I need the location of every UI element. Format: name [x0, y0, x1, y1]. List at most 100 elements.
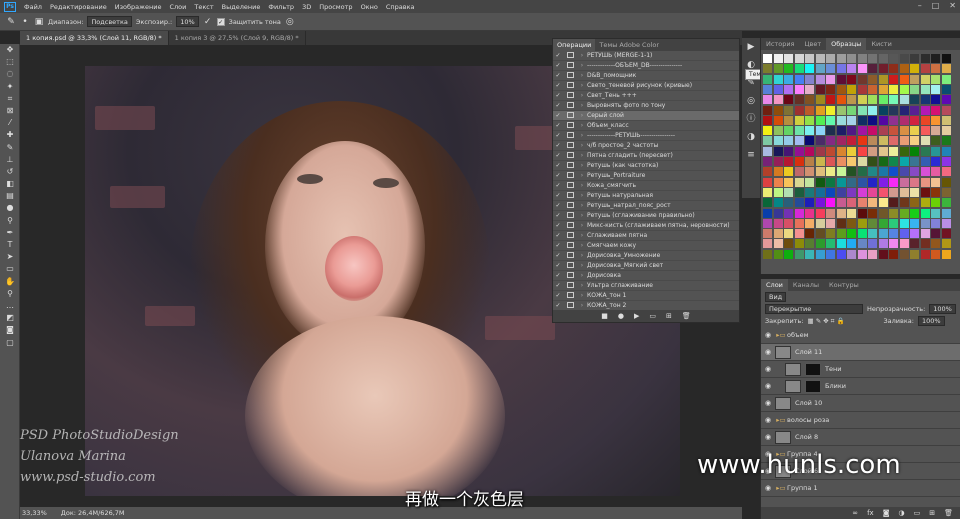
action-expand-icon[interactable]: ›	[577, 272, 587, 279]
color-swatch[interactable]	[941, 218, 951, 228]
color-swatch[interactable]	[805, 105, 814, 115]
color-swatch[interactable]	[878, 115, 888, 125]
color-swatch[interactable]	[763, 239, 772, 249]
airbrush-icon[interactable]: ✓	[203, 17, 213, 27]
color-swatch[interactable]	[826, 126, 835, 136]
layer-row[interactable]: ◉ ▸▭ волосы роза	[761, 412, 960, 429]
brush-size-icon[interactable]: •	[20, 17, 30, 27]
color-swatch[interactable]	[910, 74, 919, 84]
fx-icon[interactable]: fx	[867, 509, 874, 517]
color-swatch[interactable]	[910, 146, 919, 156]
color-swatch[interactable]	[826, 105, 835, 115]
color-swatch[interactable]	[889, 126, 898, 136]
color-swatch[interactable]	[815, 249, 825, 259]
color-swatch[interactable]	[763, 208, 772, 218]
color-swatch[interactable]	[931, 64, 940, 74]
color-swatch[interactable]	[784, 146, 793, 156]
action-row[interactable]: ✓ › Смягчаем кожу	[553, 241, 739, 251]
color-swatch[interactable]	[784, 157, 793, 166]
color-swatch[interactable]	[931, 126, 940, 136]
dodge-tool-icon[interactable]: ⚲	[0, 215, 20, 227]
menu-select[interactable]: Выделение	[218, 3, 265, 11]
action-row[interactable]: ✓ › Ретушь натуральная	[553, 191, 739, 201]
stop-icon[interactable]: ■	[601, 312, 608, 320]
color-swatch[interactable]	[910, 249, 919, 259]
action-dialog-icon[interactable]	[563, 221, 577, 230]
brush-panel-icon[interactable]: ▣	[34, 17, 44, 27]
color-swatch[interactable]	[763, 95, 772, 105]
actions-play-icon[interactable]: ▶	[742, 38, 760, 56]
color-swatches-icon[interactable]: ◩	[0, 312, 20, 324]
color-swatch[interactable]	[920, 249, 930, 259]
color-swatch[interactable]	[794, 198, 804, 208]
color-swatch[interactable]	[815, 105, 825, 115]
color-swatch[interactable]	[805, 136, 814, 146]
color-swatch[interactable]	[784, 126, 793, 136]
action-dialog-icon[interactable]	[563, 231, 577, 240]
color-swatch[interactable]	[941, 198, 951, 208]
menu-help[interactable]: Справка	[382, 3, 419, 11]
action-expand-icon[interactable]: ›	[577, 92, 587, 99]
color-swatch[interactable]	[931, 74, 940, 84]
action-row[interactable]: ✓ › Пятна сгладить (пересвет)	[553, 151, 739, 161]
color-swatch[interactable]	[889, 146, 898, 156]
info-icon[interactable]: ⓘ	[742, 110, 760, 128]
blur-tool-icon[interactable]: ●	[0, 202, 20, 214]
color-swatch[interactable]	[773, 95, 783, 105]
action-enabled-icon[interactable]: ✓	[553, 252, 563, 259]
color-swatch[interactable]	[878, 187, 888, 197]
color-swatch[interactable]	[826, 74, 835, 84]
brush-tool-icon[interactable]: ✎	[0, 142, 20, 154]
color-swatch[interactable]	[805, 218, 814, 228]
color-swatch[interactable]	[931, 218, 940, 228]
tab-swatches[interactable]: Образцы	[826, 38, 867, 50]
color-swatch[interactable]	[836, 126, 846, 136]
action-row[interactable]: ✓ › Свето_теневой рисунок (кривые)	[553, 81, 739, 91]
color-swatch[interactable]	[878, 229, 888, 239]
action-row[interactable]: ✓ › Кожа_смягчить	[553, 181, 739, 191]
color-swatch[interactable]	[847, 95, 856, 105]
color-swatch[interactable]	[931, 177, 940, 187]
color-swatch[interactable]	[773, 167, 783, 177]
action-dialog-icon[interactable]	[563, 121, 577, 130]
color-swatch[interactable]	[763, 229, 772, 239]
color-swatch[interactable]	[763, 64, 772, 74]
action-dialog-icon[interactable]	[563, 241, 577, 250]
tab-channels[interactable]: Каналы	[788, 279, 824, 291]
color-swatch[interactable]	[815, 229, 825, 239]
layer-row[interactable]: ◉ ▸▭ объем	[761, 327, 960, 344]
action-expand-icon[interactable]: ›	[577, 112, 587, 119]
layer-row[interactable]: ◉ Блики	[761, 378, 960, 395]
color-swatch[interactable]	[773, 84, 783, 94]
color-swatch[interactable]	[826, 208, 835, 218]
color-swatch[interactable]	[794, 208, 804, 218]
color-swatch[interactable]	[826, 229, 835, 239]
action-dialog-icon[interactable]	[563, 61, 577, 70]
eraser-tool-icon[interactable]: ◧	[0, 178, 20, 190]
color-swatch[interactable]	[941, 249, 951, 259]
color-swatch[interactable]	[836, 74, 846, 84]
color-swatch[interactable]	[805, 239, 814, 249]
color-swatch[interactable]	[805, 64, 814, 74]
color-swatch[interactable]	[878, 177, 888, 187]
more-tools-icon[interactable]: …	[0, 300, 20, 312]
layer-row[interactable]: ◉ Тени	[761, 361, 960, 378]
color-swatch[interactable]	[847, 218, 856, 228]
layer-filter-select[interactable]: Вид	[765, 292, 787, 302]
color-swatch[interactable]	[763, 177, 772, 187]
action-enabled-icon[interactable]: ✓	[553, 52, 563, 59]
tab-paths[interactable]: Контуры	[824, 279, 864, 291]
color-swatch[interactable]	[899, 84, 909, 94]
color-swatch[interactable]	[931, 229, 940, 239]
move-tool-icon[interactable]: ✥	[0, 44, 20, 56]
color-swatch[interactable]	[941, 187, 951, 197]
color-swatch[interactable]	[868, 198, 877, 208]
color-swatch[interactable]	[836, 105, 846, 115]
action-enabled-icon[interactable]: ✓	[553, 272, 563, 279]
action-expand-icon[interactable]: ›	[577, 162, 587, 169]
color-swatch[interactable]	[868, 157, 877, 166]
color-swatch[interactable]	[920, 177, 930, 187]
layer-row[interactable]: ◉ ▸▭ Группа 1	[761, 480, 960, 497]
tab-brushes[interactable]: Кисти	[866, 38, 896, 50]
color-swatch[interactable]	[899, 64, 909, 74]
